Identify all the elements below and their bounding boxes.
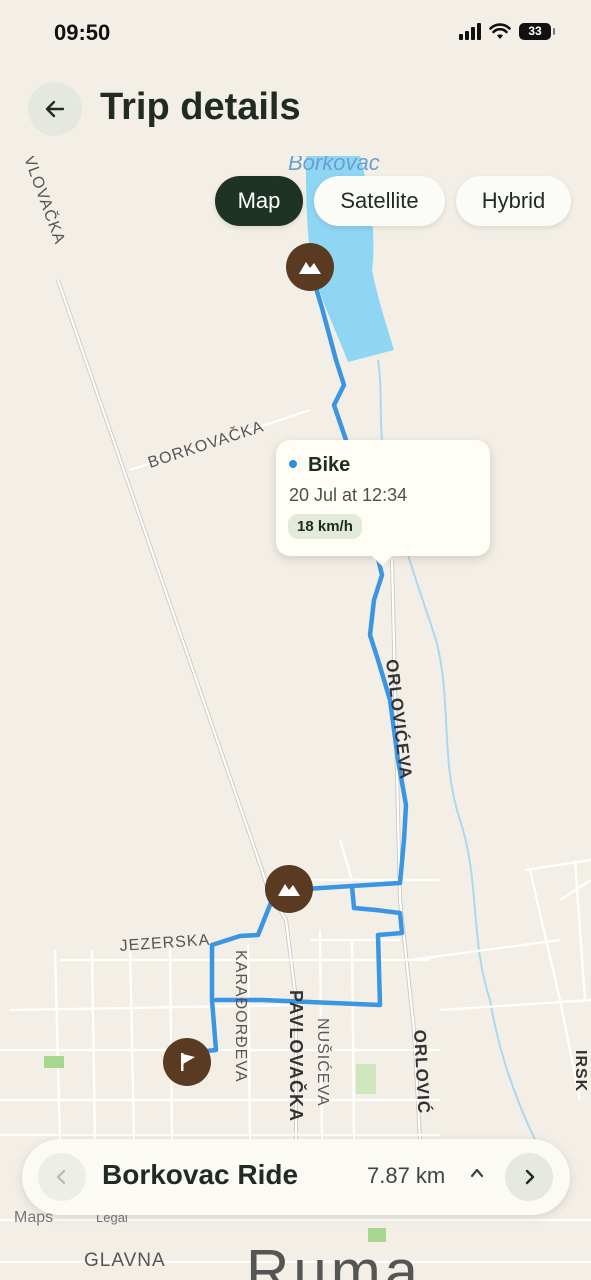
- waypoint-marker-start[interactable]: [286, 243, 334, 291]
- label-karadjordjeva: KARAĐORĐEVA: [232, 950, 249, 1083]
- label-ruma: Ruma: [246, 1238, 422, 1280]
- trip-info-popup[interactable]: Bike 20 Jul at 12:34 18 km/h: [276, 440, 490, 566]
- activity-date: 20 Jul at 12:34: [289, 485, 408, 505]
- park: [44, 1056, 64, 1068]
- arrow-left-icon: [45, 100, 65, 118]
- header: Trip details: [0, 66, 591, 156]
- next-trip-button[interactable]: [505, 1153, 553, 1201]
- park: [356, 1064, 376, 1094]
- battery-icon: 33: [519, 22, 555, 40]
- activity-dot-icon: [289, 460, 297, 468]
- chevron-left-icon: [56, 1169, 66, 1185]
- chevron-up-icon[interactable]: [469, 1165, 485, 1181]
- activity-type: Bike: [308, 454, 351, 476]
- trip-distance: 7.87 km: [367, 1163, 446, 1188]
- wifi-icon: [489, 22, 511, 39]
- trip-name: Borkovac Ride: [102, 1159, 299, 1190]
- tab-map[interactable]: Map: [215, 176, 303, 226]
- back-button[interactable]: [28, 82, 82, 136]
- tab-satellite[interactable]: Satellite: [314, 176, 445, 226]
- label-irsk: IRSK: [572, 1050, 589, 1092]
- previous-trip-button[interactable]: [38, 1153, 86, 1201]
- tab-hybrid[interactable]: Hybrid: [456, 176, 571, 226]
- cellular-signal-icon: [459, 22, 481, 40]
- trip-summary-bar[interactable]: Borkovac Ride 7.87 km: [22, 1139, 570, 1215]
- chevron-right-icon: [525, 1169, 535, 1185]
- battery-level: 33: [528, 24, 542, 38]
- label-pavlovacka: PAVLOVAČKA: [286, 990, 307, 1122]
- label-nusiceva: NUŠIĆEVA: [314, 1018, 333, 1107]
- status-time: 09:50: [54, 20, 111, 45]
- finish-flag-marker[interactable]: [163, 1038, 211, 1086]
- label-glavna: GLAVNA: [84, 1250, 166, 1271]
- waypoint-marker-mid[interactable]: [265, 865, 313, 913]
- status-bar: 09:50 33: [0, 0, 591, 66]
- speed-badge: 18 km/h: [288, 514, 362, 539]
- page-title: Trip details: [100, 86, 301, 128]
